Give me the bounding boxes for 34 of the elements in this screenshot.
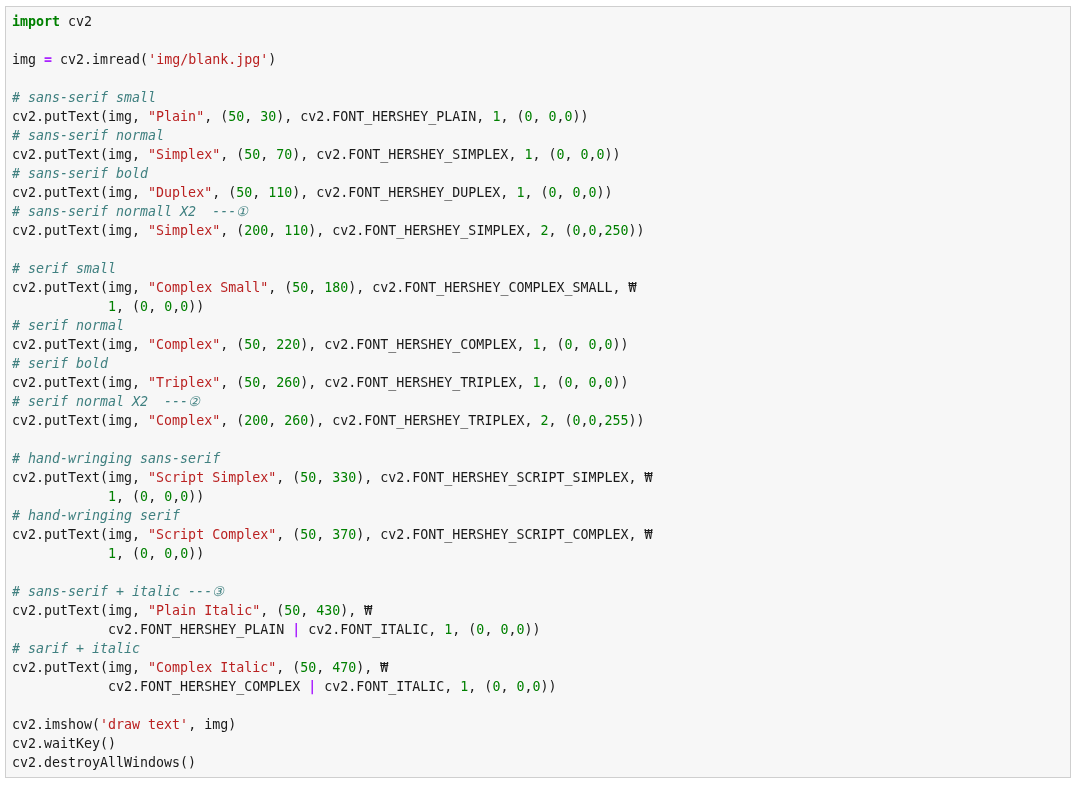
code-line: # sans-serif bold bbox=[12, 165, 149, 183]
code-line: # sarif + italic bbox=[12, 640, 141, 658]
code-line: cv2.putText(img, "Complex", (50, 220), cv2.FONT_HERSHEY_COMPLEX, 1, (0, 0,0)) bbox=[12, 336, 629, 354]
code-line: cv2.destroyAllWindows() bbox=[12, 754, 197, 772]
code-line: cv2.putText(img, "Simplex", (50, 70), cv2.FONT_HERSHEY_SIMPLEX, 1, (0, 0,0)) bbox=[12, 146, 621, 164]
code-line: cv2.putText(img, "Complex Small", (50, 180), cv2.FONT_HERSHEY_COMPLEX_SMALL, ₩ bbox=[12, 279, 637, 297]
code-line: # serif normal X2 ---② bbox=[12, 393, 201, 411]
code-line: cv2.putText(img, "Plain", (50, 30), cv2.FONT_HERSHEY_PLAIN, 1, (0, 0,0)) bbox=[12, 108, 589, 126]
code-line: cv2.putText(img, "Triplex", (50, 260), cv2.FONT_HERSHEY_TRIPLEX, 1, (0, 0,0)) bbox=[12, 374, 629, 392]
code-line: 1, (0, 0,0)) bbox=[108, 545, 205, 563]
code-line: import cv2 bbox=[12, 13, 93, 31]
code-line: # serif bold bbox=[12, 355, 109, 373]
code-line: cv2.putText(img, "Script Simplex", (50, 330), cv2.FONT_HERSHEY_SCRIPT_SIMPLEX, ₩ bbox=[12, 469, 653, 487]
code-line: # sans-serif + italic ---③ bbox=[12, 583, 225, 601]
code-line: cv2.imshow('draw text', img) bbox=[12, 716, 237, 734]
code-line: # serif normal bbox=[12, 317, 125, 335]
code-line: img = cv2.imread('img/blank.jpg') bbox=[12, 51, 277, 69]
code-line: cv2.FONT_HERSHEY_PLAIN | cv2.FONT_ITALIC, 1, (0, 0,0)) bbox=[108, 621, 541, 639]
code-line: cv2.putText(img, "Script Complex", (50, 370), cv2.FONT_HERSHEY_SCRIPT_COMPLEX, ₩ bbox=[12, 526, 653, 544]
code-line: cv2.putText(img, "Complex", (200, 260), cv2.FONT_HERSHEY_TRIPLEX, 2, (0,0,255)) bbox=[12, 412, 645, 430]
code-line: 1, (0, 0,0)) bbox=[108, 488, 205, 506]
code-line: cv2.waitKey() bbox=[12, 735, 117, 753]
code-line: cv2.putText(img, "Duplex", (50, 110), cv2.FONT_HERSHEY_DUPLEX, 1, (0, 0,0)) bbox=[12, 184, 613, 202]
code-line: # sans-serif small bbox=[12, 89, 157, 107]
code-line: 1, (0, 0,0)) bbox=[108, 298, 205, 316]
code-line: # hand-wringing serif bbox=[12, 507, 181, 525]
code-line: cv2.putText(img, "Complex Italic", (50, 470), ₩ bbox=[12, 659, 389, 677]
code-line: cv2.putText(img, "Simplex", (200, 110), cv2.FONT_HERSHEY_SIMPLEX, 2, (0,0,250)) bbox=[12, 222, 645, 240]
code-line: # sans-serif normall X2 ---① bbox=[12, 203, 249, 221]
code-line: # sans-serif normal bbox=[12, 127, 165, 145]
code-line: cv2.FONT_HERSHEY_COMPLEX | cv2.FONT_ITALIC, 1, (0, 0,0)) bbox=[108, 678, 557, 696]
code-line: # serif small bbox=[12, 260, 117, 278]
code-line: # hand-wringing sans-serif bbox=[12, 450, 221, 468]
code-line: cv2.putText(img, "Plain Italic", (50, 430), ₩ bbox=[12, 602, 373, 620]
